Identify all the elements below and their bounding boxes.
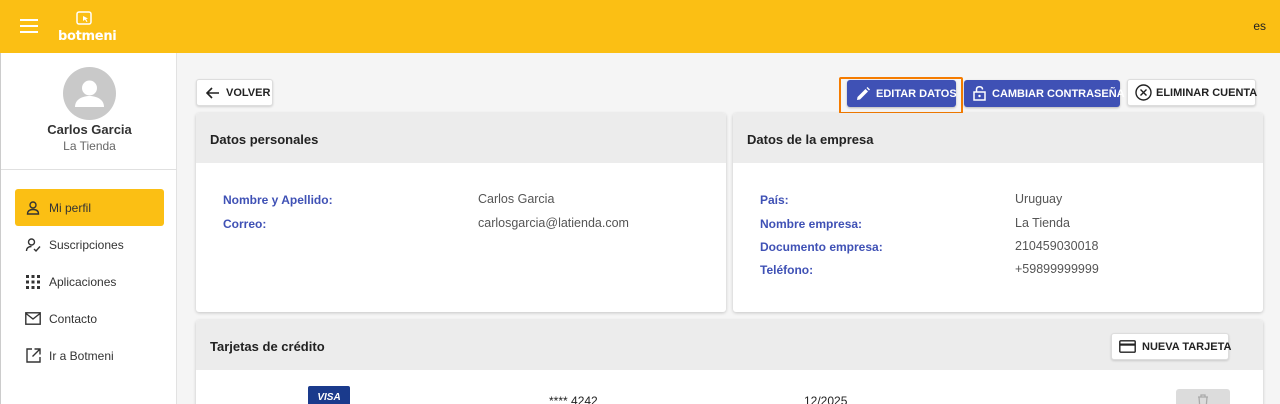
company-data-card: Datos de la empresa País: Uruguay Nombre… (733, 113, 1263, 312)
sidebar-item-mi-perfil[interactable]: Mi perfil (15, 189, 164, 226)
delete-account-button[interactable]: ELIMINAR CUENTA (1127, 79, 1258, 106)
field-value: 210459030018 (1015, 239, 1099, 253)
language-selector[interactable]: es (1253, 19, 1266, 33)
avatar (63, 67, 116, 120)
delete-card-button[interactable] (1176, 389, 1230, 404)
field-value: La Tienda (1015, 216, 1070, 230)
edit-data-button[interactable]: EDITAR DATOS (847, 80, 957, 107)
person-icon (23, 198, 43, 218)
sidebar-item-aplicaciones[interactable]: Aplicaciones (15, 263, 164, 300)
field-value: carlosgarcia@latienda.com (478, 216, 629, 230)
field-value: Carlos Garcia (478, 192, 555, 206)
apps-grid-icon (23, 272, 43, 292)
sidebar-item-contacto[interactable]: Contacto (15, 300, 164, 337)
field-label: Nombre y Apellido: (223, 193, 333, 207)
open-external-icon (23, 346, 43, 366)
logo-mark-icon (76, 11, 92, 25)
card-title: Datos personales (210, 132, 319, 147)
sidebar-item-label: Suscripciones (49, 237, 124, 252)
back-button-label: VOLVER (226, 86, 271, 99)
field-value: Uruguay (1015, 192, 1063, 206)
credit-card-icon (1119, 340, 1136, 353)
sidebar-divider (1, 169, 177, 170)
card-header: Datos de la empresa (733, 113, 1263, 163)
visa-brand-logo: VISA (308, 386, 350, 404)
sidebar-item-label: Mi perfil (49, 200, 92, 215)
back-button[interactable]: VOLVER (196, 79, 273, 106)
field-label: Correo: (223, 217, 267, 231)
trash-icon (1198, 394, 1208, 404)
field-label: Teléfono: (760, 263, 814, 277)
field-label: Documento empresa: (760, 240, 883, 254)
card-header: Tarjetas de crédito (196, 320, 1263, 370)
field-label: Nombre empresa: (760, 217, 863, 231)
avatar-person-icon (75, 80, 104, 107)
change-password-label: CAMBIAR CONTRASEÑA (992, 87, 1125, 100)
field-label: País: (760, 193, 789, 207)
card-expiry: 12/2025 (804, 394, 848, 404)
card-header: Datos personales (196, 113, 726, 163)
new-card-label: NUEVA TARJETA (1142, 340, 1232, 353)
unlock-icon (973, 86, 986, 101)
card-title: Tarjetas de crédito (210, 339, 325, 354)
menu-icon[interactable] (20, 19, 38, 33)
credit-cards-card: Tarjetas de crédito NUEVA TARJETA VISA *… (196, 320, 1263, 404)
user-company: La Tienda (63, 139, 116, 153)
logo-text: botmeni (58, 29, 117, 44)
person-check-icon (23, 235, 43, 255)
delete-account-label: ELIMINAR CUENTA (1156, 86, 1258, 99)
sidebar-item-suscripciones[interactable]: Suscripciones (15, 226, 164, 263)
sidebar: Carlos Garcia La Tienda Mi perfil Suscri… (0, 53, 177, 404)
close-circle-icon (1135, 84, 1152, 101)
arrow-left-icon (206, 86, 220, 99)
sidebar-item-ir-a-botmeni[interactable]: Ir a Botmeni (15, 337, 164, 374)
personal-data-card: Datos personales Nombre y Apellido: Carl… (196, 113, 726, 312)
sidebar-item-label: Ir a Botmeni (49, 348, 114, 363)
pencil-icon (856, 86, 870, 101)
user-name: Carlos Garcia (47, 122, 132, 137)
mail-icon (23, 309, 43, 329)
top-app-bar: botmeni es (0, 0, 1280, 53)
field-value: +59899999999 (1015, 262, 1099, 276)
card-number: **** 4242 (549, 394, 598, 404)
card-title: Datos de la empresa (747, 132, 874, 147)
sidebar-item-label: Aplicaciones (49, 274, 117, 289)
edit-data-label: EDITAR DATOS (876, 87, 957, 100)
botmeni-logo[interactable]: botmeni (58, 11, 117, 44)
new-card-button[interactable]: NUEVA TARJETA (1111, 333, 1232, 360)
sidebar-item-label: Contacto (49, 311, 98, 326)
change-password-button[interactable]: CAMBIAR CONTRASEÑA (964, 80, 1125, 107)
